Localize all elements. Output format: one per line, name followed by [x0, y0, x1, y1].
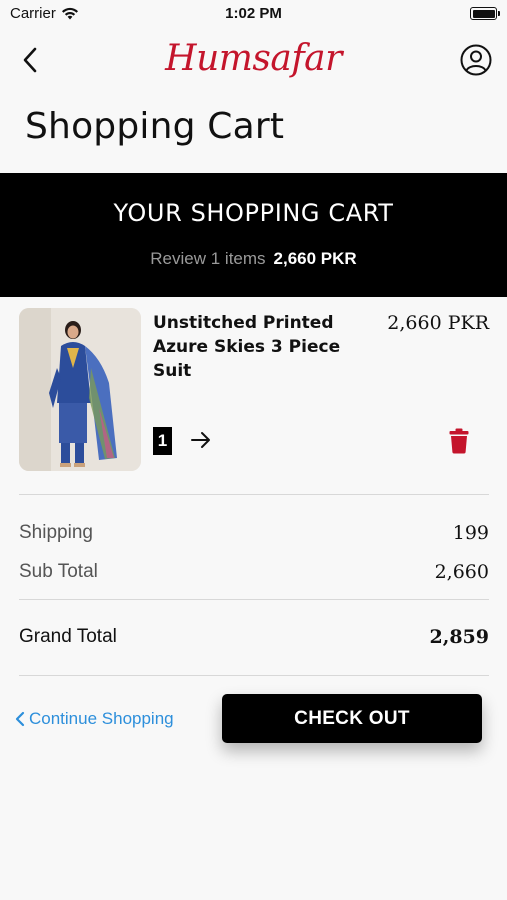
product-name[interactable]: Unstitched Printed Azure Skies 3 Piece S… — [153, 311, 368, 383]
chevron-left-icon — [15, 711, 25, 727]
delete-item-button[interactable] — [449, 428, 469, 454]
continue-shopping-label: Continue Shopping — [29, 709, 174, 728]
cart-item: Unstitched Printed Azure Skies 3 Piece S… — [19, 308, 489, 473]
product-price: 2,660 PKR — [387, 312, 489, 334]
quantity-value[interactable]: 1 — [153, 427, 172, 455]
banner-review-text: Review 1 items — [150, 249, 266, 268]
status-time: 1:02 PM — [225, 5, 282, 22]
profile-button[interactable] — [459, 43, 493, 77]
arrow-right-icon — [191, 432, 210, 448]
status-bar: Carrier 1:02 PM — [0, 0, 507, 30]
subtotal-row: Sub Total 2,660 — [19, 561, 489, 583]
grand-total-label: Grand Total — [19, 626, 117, 647]
product-image[interactable] — [19, 308, 141, 471]
brand-logo[interactable]: Humsafar — [0, 38, 507, 79]
product-illustration — [19, 308, 141, 471]
banner-review-line: Review 1 items 2,660 PKR — [0, 249, 507, 269]
subtotal-value: 2,660 — [434, 561, 489, 583]
shipping-value: 199 — [452, 522, 489, 544]
page-title: Shopping Cart — [25, 106, 285, 147]
quantity-change-button[interactable] — [189, 428, 213, 452]
shipping-row: Shipping 199 — [19, 522, 489, 544]
continue-shopping-link[interactable]: Continue Shopping — [14, 706, 174, 732]
divider — [19, 675, 489, 676]
shipping-label: Shipping — [19, 522, 93, 543]
divider — [19, 494, 489, 495]
divider — [19, 599, 489, 600]
nav-bar: Humsafar — [0, 30, 507, 90]
grand-total-value: 2,859 — [429, 626, 490, 648]
trash-icon — [449, 428, 469, 454]
banner-total: 2,660 PKR — [273, 249, 357, 268]
cart-summary-banner: YOUR SHOPPING CART Review 1 items 2,660 … — [0, 173, 507, 297]
checkout-button[interactable]: CHECK OUT — [222, 694, 482, 743]
profile-icon — [460, 44, 492, 76]
battery-icon — [470, 7, 500, 20]
subtotal-label: Sub Total — [19, 561, 98, 582]
banner-heading: YOUR SHOPPING CART — [113, 199, 394, 227]
grand-total-row: Grand Total 2,859 — [19, 626, 489, 648]
